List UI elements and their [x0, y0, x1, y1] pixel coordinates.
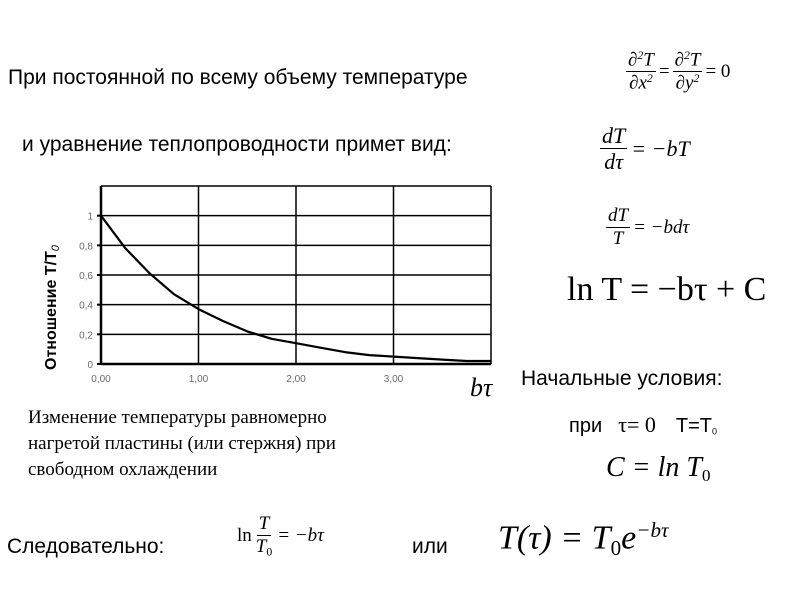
ln: ln: [237, 525, 252, 547]
conclusion-text: Следовательно:: [7, 535, 165, 558]
x-tick-labels: 0,00 1,00 2,00 3,00: [91, 374, 403, 385]
cooling-chart: 0,00 1,00 2,00 3,00 0 0,2 0,4 0,6 0,8 1 Отношени…: [43, 185, 494, 402]
x-axis-label: bτ: [470, 373, 494, 402]
x-tick-label: 1,00: [189, 374, 209, 385]
log-ratio-formula: ln T T0 = −bτ: [237, 513, 324, 559]
exp-base: e: [621, 519, 637, 557]
conclusion-label: Следовательно:: [7, 535, 164, 559]
exponential-solution: T(τ) = T0e−bτ: [498, 518, 669, 561]
chart-grid: [97, 185, 492, 366]
subscript: 0: [610, 535, 622, 560]
caption-line: Изменение температуры равномерно: [28, 407, 327, 428]
caption-line: нагретой пластины (или стержня) при: [28, 433, 336, 454]
solution-lhs: T(τ) = T: [498, 519, 611, 557]
numerator: T: [256, 513, 272, 536]
subscript: 0: [266, 545, 273, 559]
chart-caption: Изменение температуры равномерно нагрето…: [28, 405, 336, 483]
initial-conditions-heading: Начальные условия:: [521, 367, 722, 391]
initial-condition-line: при τ= 0 T=T0: [569, 412, 717, 438]
y-tick-label: 0,4: [79, 301, 93, 312]
subscript: 0: [701, 466, 711, 486]
y-axis-label-text: Отношение T/T: [43, 251, 60, 370]
y-tick-label: 0,8: [79, 241, 93, 252]
y-axis-label-subscript: 0: [50, 244, 62, 251]
constant-formula: C = ln T0: [606, 452, 711, 486]
rhs: = −bτ: [277, 525, 324, 547]
y-axis-label: Отношение T/T0: [43, 244, 62, 370]
condition-prefix: при: [569, 415, 603, 437]
subscript: 0: [712, 426, 718, 437]
x-tick-label: 2,00: [286, 374, 306, 385]
initial-heading-text: Начальные условия:: [521, 367, 723, 390]
caption-line: свободном охлаждении: [28, 459, 218, 480]
denominator: T: [255, 535, 267, 557]
x-tick-label: 3,00: [384, 374, 404, 385]
T-T0-fraction: T T0: [254, 513, 274, 559]
y-tick-label: 0,2: [79, 330, 93, 341]
y-tick-label: 1: [87, 212, 93, 223]
condition-T: T=T0: [676, 415, 717, 438]
condition-T-text: T=T: [675, 415, 712, 437]
y-tick-labels: 0 0,2 0,4 0,6 0,8 1: [79, 212, 93, 371]
y-tick-label: 0,6: [79, 271, 93, 282]
condition-tau: τ= 0: [618, 412, 656, 437]
constant-formula-text: C = ln T: [606, 452, 702, 483]
exponent: −bτ: [636, 518, 669, 542]
or-text: или: [412, 535, 448, 558]
x-tick-label: 0,00: [91, 374, 111, 385]
or-label: или: [412, 535, 448, 559]
y-tick-label: 0: [87, 360, 93, 371]
